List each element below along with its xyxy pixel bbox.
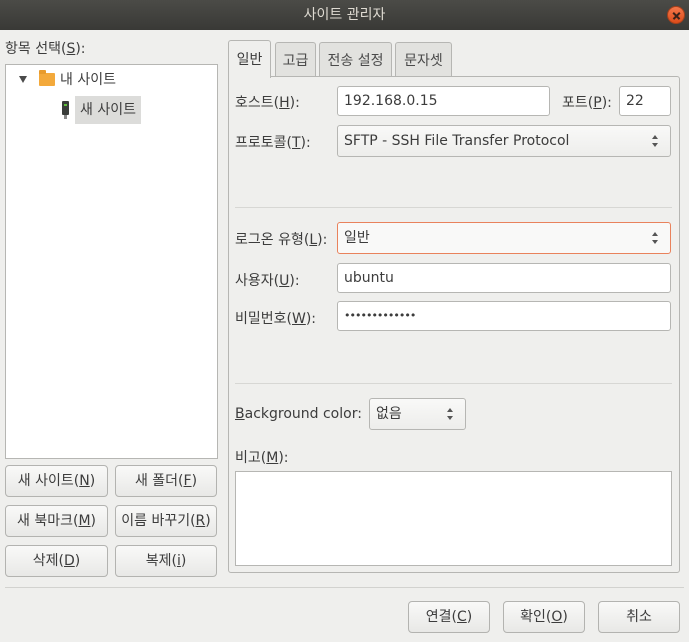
new-site-button[interactable]: 새 사이트(N) (5, 465, 108, 497)
tree-item-new-site[interactable]: 새 사이트 (75, 97, 136, 123)
connect-button[interactable]: 연결(C) (408, 601, 490, 633)
title-bar: 사이트 관리자 (0, 0, 689, 30)
comments-textarea[interactable] (235, 471, 672, 566)
comments-label: 비고(M): (235, 450, 289, 466)
duplicate-button[interactable]: 복제(i) (115, 545, 217, 577)
folder-icon (39, 70, 55, 86)
logon-type-select[interactable]: 일반 (337, 222, 671, 254)
password-input[interactable]: ••••••••••••• (337, 301, 671, 331)
updown-arrows-icon (447, 408, 455, 422)
tree-item-my-sites[interactable]: 내 사이트 (60, 67, 116, 93)
new-bookmark-button[interactable]: 새 북마크(M) (5, 505, 108, 537)
background-color-label: Background color: (235, 406, 362, 422)
tab-charset[interactable]: 문자셋 (395, 42, 452, 78)
logon-type-label: 로그온 유형(L): (235, 232, 328, 248)
updown-arrows-icon (652, 232, 660, 246)
logon-type-value: 일반 (344, 230, 370, 246)
site-tree[interactable]: 내 사이트 새 사이트 (5, 64, 218, 459)
host-label: 호스트(H): (235, 95, 300, 111)
port-input[interactable]: 22 (619, 86, 671, 116)
background-color-value: 없음 (376, 406, 402, 422)
rename-button[interactable]: 이름 바꾸기(R) (115, 505, 217, 537)
server-icon (62, 101, 69, 119)
select-entry-label: 항목 선택(S): (5, 41, 86, 57)
tab-general[interactable]: 일반 (228, 40, 271, 78)
host-input[interactable]: 192.168.0.15 (337, 86, 550, 116)
section-divider (235, 207, 672, 208)
window-title: 사이트 관리자 (303, 7, 386, 23)
background-color-select[interactable]: 없음 (369, 398, 466, 430)
tab-transfer-settings[interactable]: 전송 설정 (319, 42, 392, 78)
password-label: 비밀번호(W): (235, 311, 317, 327)
section-divider (235, 383, 672, 384)
footer-divider (5, 587, 684, 588)
delete-button[interactable]: 삭제(D) (5, 545, 108, 577)
protocol-label: 프로토콜(T): (235, 135, 311, 151)
close-icon[interactable] (667, 6, 685, 24)
user-input[interactable]: ubuntu (337, 263, 671, 293)
cancel-button[interactable]: 취소 (598, 601, 680, 633)
protocol-select-value: SFTP - SSH File Transfer Protocol (344, 133, 570, 149)
expander-arrow-icon[interactable] (19, 76, 27, 83)
ok-button[interactable]: 확인(O) (503, 601, 585, 633)
new-folder-button[interactable]: 새 폴더(F) (115, 465, 217, 497)
user-label: 사용자(U): (235, 273, 300, 289)
port-label: 포트(P): (562, 95, 612, 111)
tab-advanced[interactable]: 고급 (275, 42, 316, 78)
protocol-select[interactable]: SFTP - SSH File Transfer Protocol (337, 125, 671, 157)
updown-arrows-icon (652, 135, 660, 149)
